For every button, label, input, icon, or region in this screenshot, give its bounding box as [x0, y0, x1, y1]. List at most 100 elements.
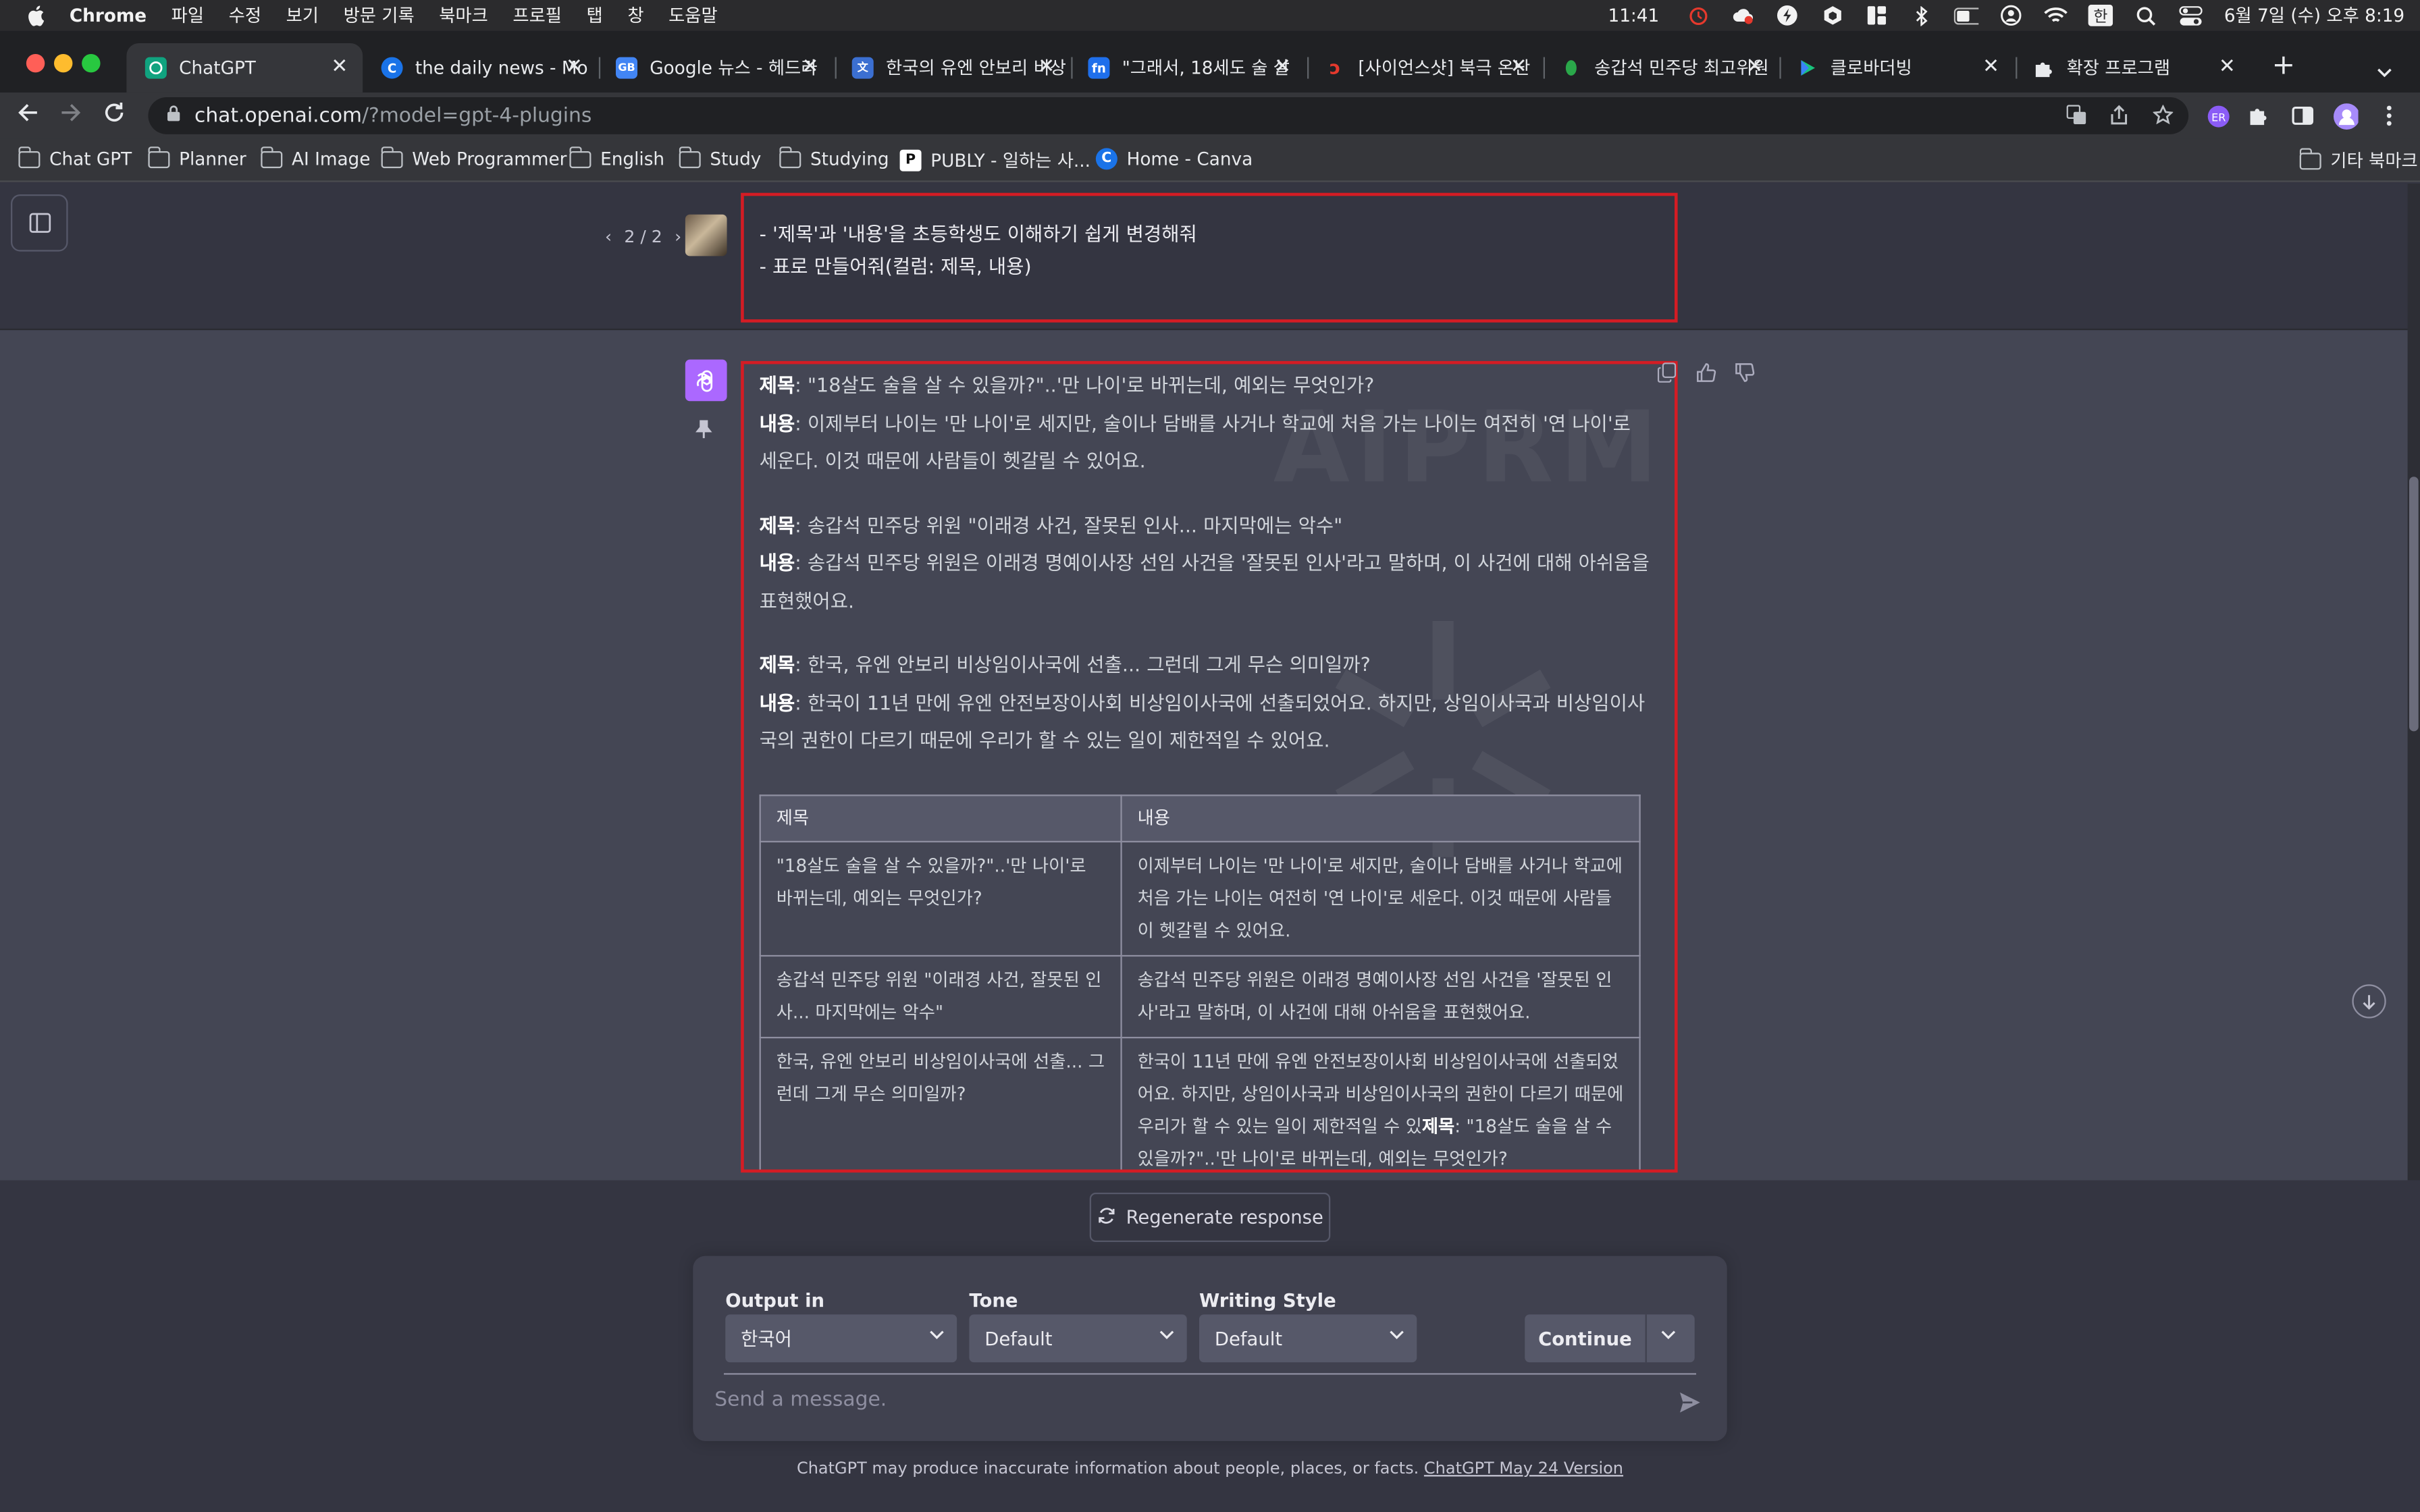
back-arrow-icon[interactable] — [14, 102, 42, 130]
tab-age-18-alcohol[interactable]: fn "그래서, 18세도 술 살 ✕ — [1070, 43, 1306, 92]
menu-window[interactable]: 창 — [627, 3, 643, 28]
table-cell-title: 한국, 유엔 안보리 비상임이사국에 선출... 그런데 그게 무슨 의미일까? — [759, 1035, 1122, 1170]
table-cell-title: "18살도 술을 살 수 있을까?"..'만 나이'로 바뀌는데, 예외는 무엇… — [759, 840, 1122, 956]
close-tab-icon[interactable]: ✕ — [799, 56, 821, 79]
message-input[interactable]: Send a message. — [714, 1388, 887, 1411]
aiprm-extension-icon[interactable]: ER — [2205, 103, 2230, 128]
share-icon[interactable] — [2108, 103, 2130, 125]
previous-version-chevron-icon[interactable]: ‹ — [605, 227, 612, 247]
menu-app-chrome[interactable]: Chrome — [70, 5, 147, 26]
translate-icon[interactable] — [2065, 103, 2086, 125]
bookmark-star-icon[interactable] — [2151, 103, 2173, 125]
profile-avatar[interactable] — [2334, 103, 2359, 129]
folder-icon — [569, 146, 591, 168]
apple-menu-icon[interactable] — [26, 5, 45, 26]
url-path: /?model=gpt-4-plugins — [362, 104, 592, 128]
canva-icon: C — [1095, 148, 1117, 170]
close-tab-icon[interactable]: ✕ — [1744, 56, 1766, 79]
close-tab-icon[interactable]: ✕ — [1036, 56, 1057, 79]
thumbs-down-icon[interactable] — [1733, 361, 1755, 383]
battery-icon[interactable] — [1953, 5, 1979, 26]
continue-button[interactable]: Continue — [1525, 1314, 1695, 1363]
scroll-to-bottom-button[interactable] — [2352, 984, 2386, 1019]
copy-icon[interactable] — [1656, 361, 1678, 383]
side-panel-icon[interactable] — [2290, 103, 2315, 128]
tab-extensions[interactable]: 확장 프로그램 ✕ — [2014, 43, 2251, 92]
close-tab-icon[interactable]: ✕ — [2216, 56, 2238, 79]
url-host: chat.openai.com — [194, 104, 363, 128]
input-source-icon[interactable]: 한 — [2088, 4, 2113, 26]
output-language-select[interactable]: 한국어 — [725, 1314, 957, 1363]
user-account-icon[interactable] — [1999, 5, 2024, 26]
minimize-window-button[interactable] — [54, 54, 73, 73]
send-icon[interactable] — [1678, 1390, 1703, 1415]
close-tab-icon[interactable]: ✕ — [1271, 56, 1293, 79]
tab-un-security-council[interactable]: 文 한국의 유엔 안보리 비상 ✕ — [833, 43, 1070, 92]
chatgpt-logo-icon — [685, 359, 727, 402]
menu-file[interactable]: 파일 — [172, 3, 204, 28]
bookmark-folder-studying[interactable]: Studying — [779, 146, 889, 169]
close-tab-icon[interactable]: ✕ — [1980, 56, 2002, 79]
bookmark-folder-english[interactable]: English — [569, 146, 664, 169]
bookmark-folder-other[interactable]: 기타 북마크 — [2299, 147, 2418, 173]
tab-song-gapseok[interactable]: 송갑석 민주당 최고위원 ✕ — [1542, 43, 1778, 92]
menu-profiles[interactable]: 프로필 — [512, 3, 562, 28]
bolt-icon[interactable] — [1775, 5, 1800, 26]
table-cell-content: 송갑석 민주당 위원은 이래경 명예이사장 선임 사건을 '잘못된 인사'라고 … — [1120, 954, 1641, 1038]
tab-chatgpt[interactable]: ChatGPT ✕ — [126, 43, 363, 93]
tab-clova-dubbing[interactable]: 클로바더빙 ✕ — [1778, 43, 2014, 92]
forward-arrow-icon[interactable] — [57, 102, 85, 130]
reload-icon[interactable] — [101, 102, 128, 130]
table-row: "18살도 술을 살 수 있을까?"..'만 나이'로 바뀌는데, 예외는 무엇… — [759, 840, 1641, 956]
bookmark-publy[interactable]: P PUBLY - 일하는 사... — [899, 148, 1090, 173]
address-bar[interactable]: chat.openai.com/?model=gpt-4-plugins — [148, 97, 2189, 134]
cloud-sync-icon[interactable] — [1730, 5, 1755, 26]
tab-science-shot[interactable]: ↄ [사이언스샷] 북극 온난 ✕ — [1306, 43, 1542, 92]
sidebar-toggle-button[interactable] — [11, 194, 68, 252]
page-scrollbar[interactable] — [2407, 184, 2420, 1181]
menu-view[interactable]: 보기 — [286, 3, 319, 28]
scrollbar-thumb[interactable] — [2409, 477, 2419, 732]
pin-icon[interactable] — [695, 420, 713, 445]
close-tab-icon[interactable]: ✕ — [329, 56, 350, 79]
close-tab-icon[interactable]: ✕ — [1508, 56, 1529, 79]
menu-history[interactable]: 방문 기록 — [344, 3, 415, 28]
zoom-window-button[interactable] — [82, 54, 101, 73]
close-window-button[interactable] — [26, 54, 45, 73]
bluetooth-icon[interactable] — [1910, 5, 1935, 26]
news-item-1: 제목: "18살도 술을 살 수 있을까?"..'만 나이'로 바뀌는데, 예외… — [760, 367, 1655, 481]
lock-icon[interactable] — [167, 104, 182, 127]
version-link[interactable]: ChatGPT May 24 Version — [1424, 1459, 1623, 1478]
bookmark-folder-study[interactable]: Study — [679, 146, 761, 169]
tab-search-chevron-icon[interactable] — [2377, 55, 2392, 84]
new-tab-plus-icon[interactable]: + — [2272, 49, 2296, 82]
bookmark-folder-ai-image[interactable]: AI Image — [260, 146, 370, 169]
tab-daily-news[interactable]: C the daily news - Mo ✕ — [363, 43, 597, 92]
chevron-down-icon — [930, 1330, 944, 1339]
timer-icon[interactable] — [1685, 5, 1710, 26]
menu-help[interactable]: 도움말 — [668, 3, 718, 28]
menu-edit[interactable]: 수정 — [229, 3, 261, 28]
close-tab-icon[interactable]: ✕ — [563, 56, 585, 79]
cube-icon[interactable] — [1820, 5, 1845, 26]
control-center-icon[interactable] — [2178, 5, 2203, 26]
chrome-menu-icon[interactable] — [2377, 103, 2402, 128]
bookmark-folder-web-programmer[interactable]: Web Programmer — [380, 146, 567, 169]
tone-select[interactable]: Default — [969, 1314, 1187, 1363]
thumbs-up-icon[interactable] — [1695, 361, 1716, 383]
extensions-puzzle-icon[interactable] — [2247, 103, 2272, 128]
bookmark-folder-planner[interactable]: Planner — [147, 146, 246, 169]
message-actions — [1656, 361, 1772, 383]
regenerate-response-button[interactable]: Regenerate response — [1089, 1192, 1331, 1243]
next-version-chevron-icon[interactable]: › — [675, 227, 681, 247]
tab-google-news[interactable]: GB Google 뉴스 - 헤드라 ✕ — [598, 43, 834, 92]
bookmark-folder-chat-gpt[interactable]: Chat GPT — [18, 146, 132, 169]
wifi-icon[interactable] — [2043, 5, 2068, 26]
menu-tab[interactable]: 탭 — [587, 3, 603, 28]
bookmark-canva[interactable]: C Home - Canva — [1095, 148, 1253, 170]
writing-style-select[interactable]: Default — [1199, 1314, 1417, 1363]
window-manager-icon[interactable] — [1864, 5, 1889, 26]
spotlight-search-icon[interactable] — [2133, 5, 2158, 26]
continue-options-chevron-icon[interactable] — [1660, 1327, 1676, 1343]
menu-bookmarks[interactable]: 북마크 — [439, 3, 488, 28]
